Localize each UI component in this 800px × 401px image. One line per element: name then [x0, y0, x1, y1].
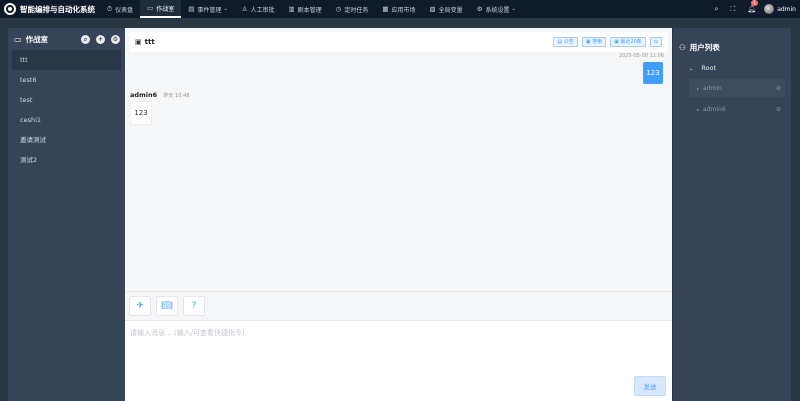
grid-icon: ▦ [382, 5, 389, 13]
tree-user-admin6[interactable]: ▸ admin6 ⊘ [689, 100, 785, 118]
chat-title: ttt [144, 38, 155, 46]
chevron-down-icon: ⌄ [689, 66, 694, 72]
app-title: 智能编排与自动化系统 [20, 4, 95, 14]
fullscreen-icon[interactable]: ⛶ [730, 5, 735, 14]
recent-20-button[interactable]: ▣ 最近20条 [610, 37, 646, 47]
notification-badge: 1 [751, 0, 758, 6]
announcement-button[interactable]: ▤ 公告 [553, 37, 578, 47]
user-list-panel: ⚇ 用户列表 ⌄ Root ▸ admin ⊘ ▸ admin6 ⊘ [673, 28, 791, 401]
tree-root-label: Root [701, 64, 717, 72]
panel-title: 用户列表 [689, 42, 720, 52]
gear-icon: ⚙ [476, 5, 483, 13]
nav-item-app-market[interactable]: ▦ 应用市场 [375, 0, 422, 18]
help-icon[interactable]: ? [183, 296, 205, 316]
room-item-invite-test[interactable]: 邀请测试 [8, 130, 125, 150]
document-icon: ▤ [188, 5, 195, 13]
nav-label: 人工审批 [250, 6, 275, 14]
user-label: admin6 [703, 105, 726, 113]
button-label: 搜索 [592, 39, 603, 45]
monitor-icon: ▭ [147, 4, 154, 12]
main-nav: ⏱ 仪表盘 ▭ 作战室 ▤ 事件管理 ⌄ ♙ 人工审批 ▥ 剧本管理 ◷ 定时任… [100, 0, 523, 18]
nav-label: 事件管理 [197, 6, 222, 14]
chevron-down-icon: ⌄ [511, 6, 516, 12]
user-icon: ♙ [241, 5, 248, 13]
room-item-test2[interactable]: 测试2 [8, 150, 125, 170]
bullet-icon: ▸ [697, 106, 700, 112]
clock-icon: ◷ [335, 5, 342, 13]
toggle-button[interactable]: ⇆ [649, 37, 662, 47]
nav-item-approval[interactable]: ♙ 人工审批 [235, 0, 282, 18]
room-item-test6[interactable]: test6 [8, 70, 125, 90]
search-icon[interactable]: ⌕ [714, 5, 718, 14]
search-button[interactable]: ▣ 搜索 [581, 37, 607, 47]
chat-panel: ▣ ttt ▤ 公告 ▣ 搜索 ▣ 最近20条 ⇆ 2025-05-08 11:… [125, 28, 672, 401]
war-room-list-panel: ▭ 作战室 ⌕ + ⚙ ttt test6 test ceshi1 邀请测试 测… [8, 28, 125, 401]
nav-item-settings[interactable]: ⚙ 系统设置 ⌄ [470, 0, 523, 18]
search-room-icon[interactable]: ⌕ [81, 34, 90, 44]
room-item-ceshi1[interactable]: ceshi1 [8, 110, 125, 130]
panel-tools: ⌕ + ⚙ [75, 34, 120, 44]
message-bubble-self: 123 [643, 62, 663, 84]
chat-toolbar: ✈ 📖︎ ? [125, 291, 672, 320]
eye-off-icon[interactable]: ⊘ [776, 106, 781, 113]
chat-header-buttons: ▤ 公告 ▣ 搜索 ▣ 最近20条 ⇆ [549, 37, 662, 47]
nav-label: 定时任务 [344, 6, 369, 14]
nav-item-playbooks[interactable]: ▥ 剧本管理 [281, 0, 328, 18]
variable-icon: ▨ [429, 5, 436, 13]
message-bubble-other: 123 [130, 101, 152, 125]
nav-label: 系统设置 [485, 6, 510, 14]
logo-icon [4, 3, 16, 15]
nav-label: 作战室 [156, 5, 175, 13]
eye-off-icon[interactable]: ⊘ [776, 85, 781, 92]
button-label: 最近20条 [620, 39, 642, 45]
message-timestamp: 昨天 10:48 [163, 93, 190, 99]
app-logo[interactable]: 智能编排与自动化系统 [0, 3, 100, 15]
book-icon[interactable]: 📖︎ [156, 296, 178, 316]
chat-header: ▣ ttt ▤ 公告 ▣ 搜索 ▣ 最近20条 ⇆ [129, 32, 668, 52]
nav-label: 仪表盘 [115, 6, 134, 14]
tree-root-node[interactable]: ⌄ Root [673, 60, 791, 76]
message-input-area [125, 320, 672, 401]
panel-title: 作战室 [25, 34, 49, 44]
message-timestamp: 2025-05-08 11:06 [618, 53, 664, 59]
nav-label: 应用市场 [391, 6, 416, 14]
add-room-icon[interactable]: + [96, 34, 105, 44]
top-right-tools: ⌕ ⛶ 🔔︎ 1 admin [702, 0, 800, 18]
top-nav-bar: 智能编排与自动化系统 ⏱ 仪表盘 ▭ 作战室 ▤ 事件管理 ⌄ ♙ 人工审批 ▥… [0, 0, 800, 18]
image-icon: ▣ [135, 38, 142, 46]
panel-header: ⚇ 用户列表 [673, 36, 791, 58]
nav-item-events[interactable]: ▤ 事件管理 ⌄ [181, 0, 234, 18]
panel-header: ▭ 作战室 ⌕ + ⚙ [8, 28, 125, 50]
nav-item-war-room[interactable]: ▭ 作战室 [140, 0, 182, 18]
room-item-test[interactable]: test [8, 90, 125, 110]
users-icon: ⚇ [679, 42, 686, 52]
book-icon: ▥ [288, 5, 295, 13]
avatar[interactable] [764, 4, 775, 14]
settings-room-icon[interactable]: ⚙ [111, 34, 120, 44]
plane-icon[interactable]: ✈ [129, 296, 151, 316]
user-label: admin [703, 84, 722, 92]
send-button[interactable]: 发送 [634, 376, 666, 396]
nav-label: 剧本管理 [297, 6, 322, 14]
nav-item-global-vars[interactable]: ▨ 全局变量 [423, 0, 470, 18]
nav-label: 全局变量 [438, 6, 463, 14]
monitor-icon: ▭ [14, 34, 22, 44]
sender-name: admin6 [130, 91, 158, 99]
message-sender: admin6 昨天 10:48 [130, 91, 189, 99]
chevron-down-icon: ⌄ [223, 6, 228, 12]
room-item-ttt[interactable]: ttt [12, 50, 121, 70]
button-label: 公告 [563, 39, 574, 45]
nav-item-scheduled-tasks[interactable]: ◷ 定时任务 [329, 0, 376, 18]
current-user-name[interactable]: admin [777, 6, 796, 13]
dashboard-icon: ⏱ [107, 4, 113, 13]
tree-user-admin[interactable]: ▸ admin ⊘ [689, 79, 785, 97]
nav-item-dashboard[interactable]: ⏱ 仪表盘 [100, 0, 140, 18]
bell-icon[interactable]: 🔔︎ 1 [747, 0, 758, 13]
bullet-icon: ▸ [697, 85, 700, 91]
message-input[interactable] [125, 321, 672, 401]
